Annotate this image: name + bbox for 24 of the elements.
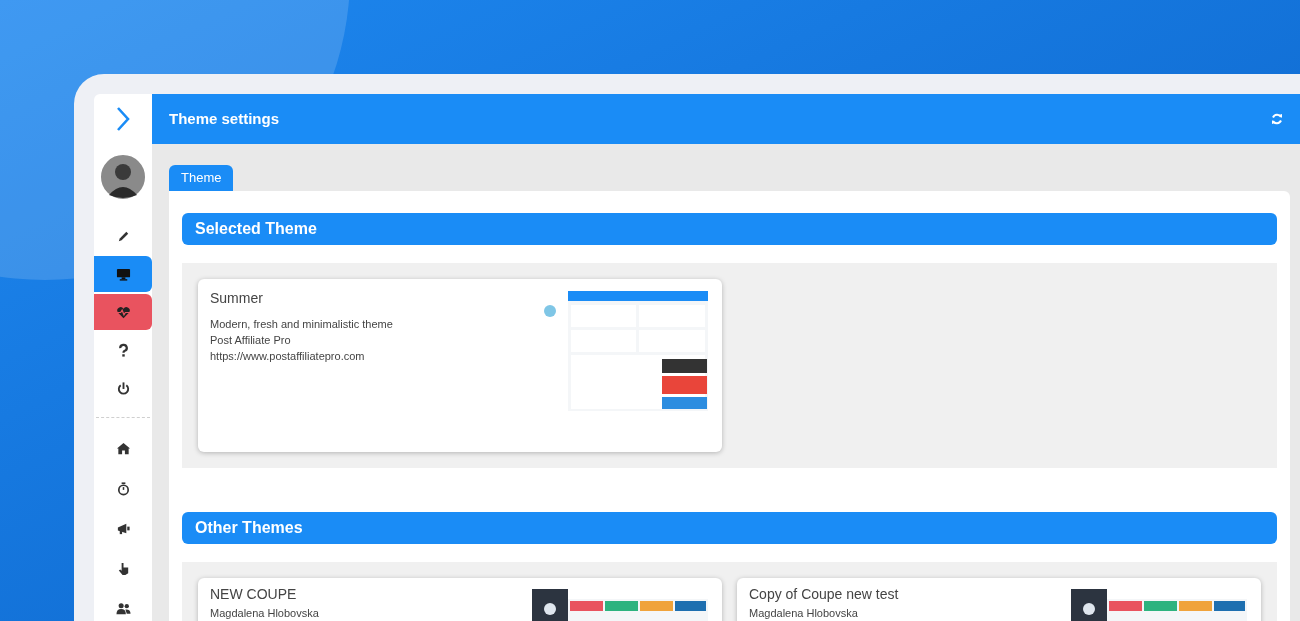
section-header: Selected Theme: [182, 213, 1277, 245]
theme-description: Post Affiliate Pro: [210, 333, 292, 348]
users-icon: [115, 600, 131, 616]
theme-name: Summer: [210, 290, 264, 307]
section-header: Other Themes: [182, 512, 1277, 544]
menu-item[interactable]: [94, 256, 152, 292]
theme-card[interactable]: NEW COUPE Magdalena Hlobovska: [198, 578, 722, 621]
theme-description: Magdalena Hlobovska: [210, 607, 319, 620]
chevron-right-icon[interactable]: [116, 106, 130, 132]
theme-description: https://www.postaffiliatepro.com: [210, 349, 366, 364]
theme-card[interactable]: Summer Modern, fresh and minimalistic theme Post Affiliate Pro https://www.postaffiliatepro.com: [198, 279, 722, 452]
monitor-icon: [115, 266, 131, 282]
page-title: Theme settings: [169, 108, 280, 129]
theme-description: Magdalena Hlobovska: [749, 607, 859, 620]
theme-description: Modern, fresh and minimalistic theme: [210, 317, 393, 332]
heartbeat-icon: [115, 304, 131, 320]
theme-card[interactable]: Copy of Coupe new test Magdalena Hlobovska: [737, 578, 1261, 621]
theme-name: Copy of Coupe new test: [749, 586, 899, 603]
theme-name: NEW COUPE: [210, 586, 298, 603]
avatar[interactable]: [99, 152, 147, 201]
refresh-icon[interactable]: [1271, 113, 1283, 125]
stopwatch-icon: [115, 480, 131, 496]
home-icon: [115, 440, 131, 456]
power-icon: [115, 380, 131, 396]
